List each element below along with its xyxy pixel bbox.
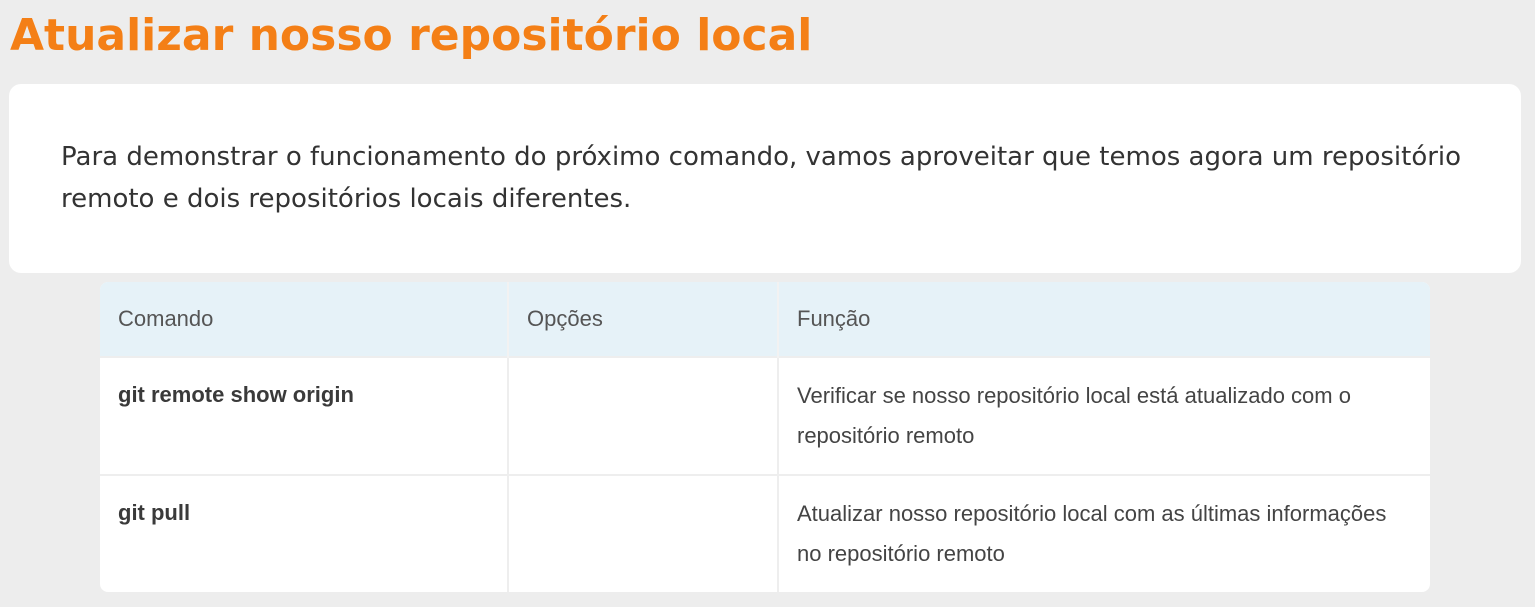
commands-table-card: Comando Opções Função git remote show or…	[100, 282, 1430, 592]
header-opcoes: Opções	[507, 282, 778, 357]
function-cell: Atualizar nosso repositório local com as…	[777, 474, 1430, 592]
table-row: git remote show origin Verificar se noss…	[100, 356, 1430, 475]
commands-table: Comando Opções Função git remote show or…	[100, 282, 1430, 592]
command-cell: git remote show origin	[100, 356, 508, 475]
intro-card: Para demonstrar o funcionamento do próxi…	[9, 84, 1521, 273]
header-funcao: Função	[777, 282, 1430, 357]
options-cell	[507, 474, 778, 592]
table-row: git pull Atualizar nosso repositório loc…	[100, 474, 1430, 592]
intro-paragraph: Para demonstrar o funcionamento do próxi…	[61, 142, 1462, 214]
function-cell: Verificar se nosso repositório local est…	[777, 356, 1430, 475]
page-title: Atualizar nosso repositório local	[10, 10, 813, 61]
command-cell: git pull	[100, 474, 508, 592]
header-comando: Comando	[118, 306, 214, 331]
options-cell	[507, 356, 778, 475]
table-header-row: Comando Opções Função	[100, 282, 1430, 357]
